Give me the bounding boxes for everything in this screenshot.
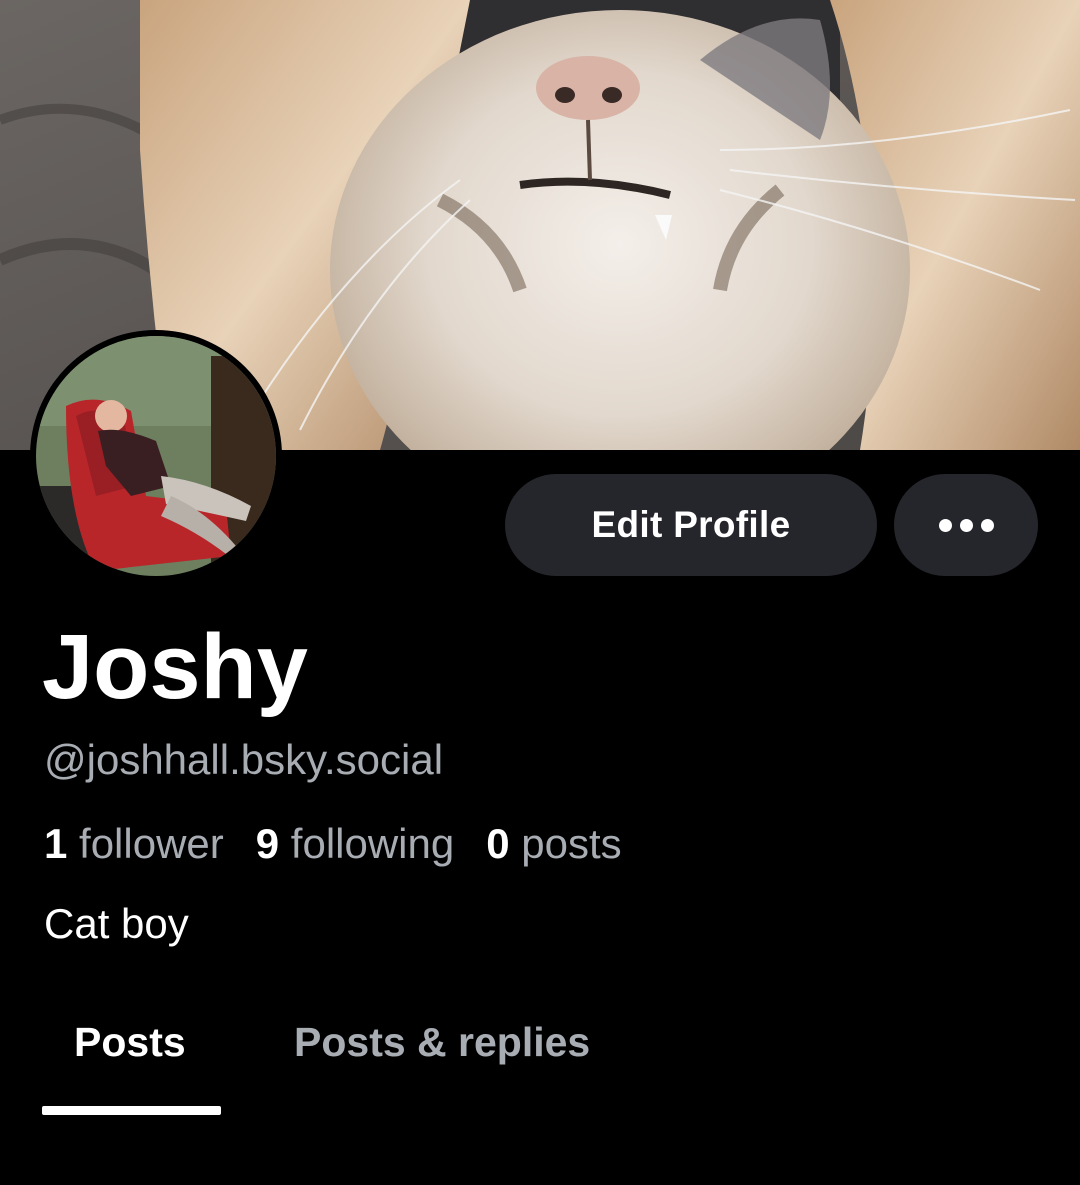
posts-stat: 0 posts bbox=[486, 818, 621, 870]
followers-label: follower bbox=[79, 820, 224, 867]
ellipsis-icon bbox=[938, 518, 994, 532]
following-stat[interactable]: 9 following bbox=[256, 818, 454, 870]
followers-count: 1 bbox=[44, 820, 68, 867]
posts-count: 0 bbox=[486, 820, 510, 867]
profile-handle: @joshhall.bsky.social bbox=[44, 736, 444, 783]
following-count: 9 bbox=[255, 820, 280, 867]
tab-posts[interactable]: Posts bbox=[74, 1016, 186, 1068]
tab-posts-and-replies[interactable]: Posts & replies bbox=[294, 1016, 590, 1068]
more-options-button[interactable] bbox=[894, 474, 1038, 576]
avatar[interactable] bbox=[30, 330, 282, 582]
edit-profile-label: Edit Profile bbox=[591, 504, 791, 545]
profile-page: Edit Profile Joshy @joshhall.bsky.social… bbox=[0, 0, 1080, 1185]
profile-bio: Cat boy bbox=[44, 900, 189, 947]
display-name: Joshy bbox=[42, 616, 308, 718]
posts-label: posts bbox=[521, 820, 622, 867]
avatar-photo bbox=[36, 336, 276, 576]
profile-stats: 1 follower 9 following 0 posts bbox=[44, 818, 622, 870]
active-tab-indicator bbox=[42, 1106, 221, 1115]
following-label: following bbox=[290, 820, 455, 867]
edit-profile-button[interactable]: Edit Profile bbox=[505, 474, 877, 576]
followers-stat[interactable]: 1 follower bbox=[44, 818, 224, 870]
